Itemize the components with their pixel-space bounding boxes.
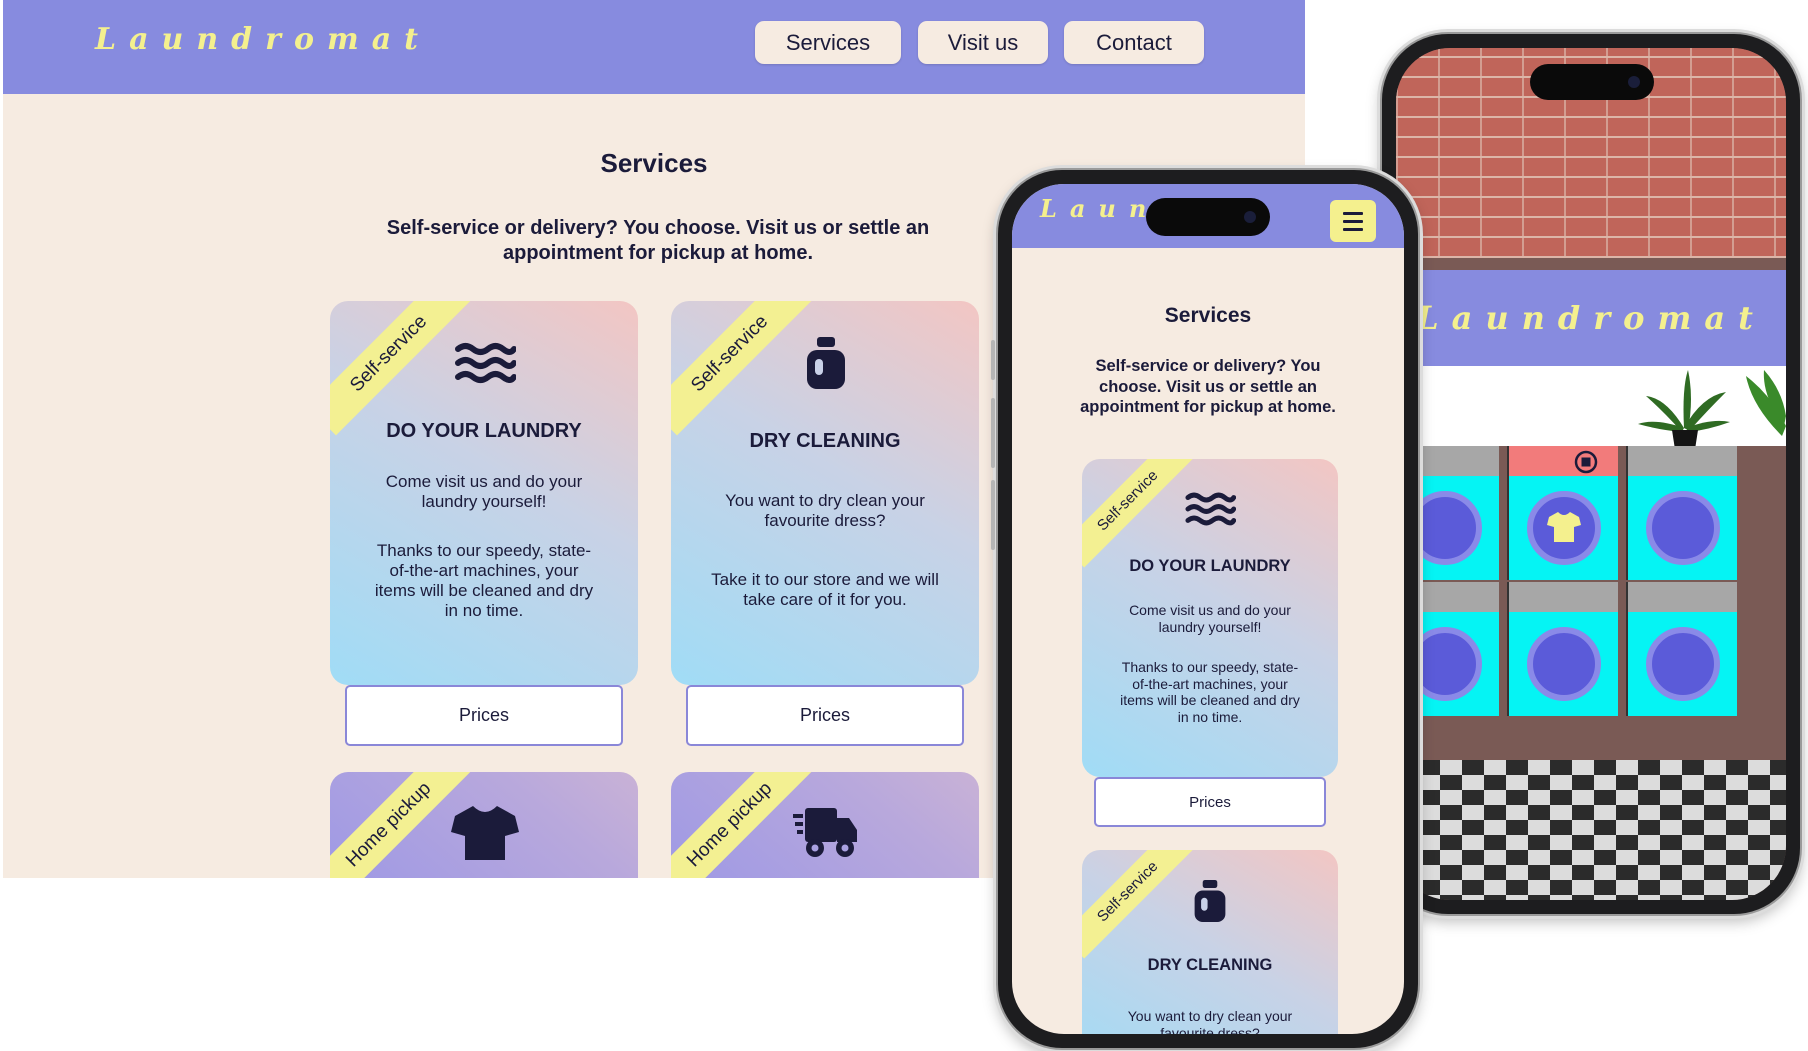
- washing-machine[interactable]: [1626, 446, 1737, 580]
- card-text: You want to dry clean your favourite dre…: [1127, 1008, 1293, 1034]
- stop-icon[interactable]: [1574, 450, 1598, 474]
- prices-button[interactable]: Prices: [345, 685, 623, 746]
- card-text: Take it to our store and we will take ca…: [711, 570, 939, 609]
- washing-machine[interactable]: [1507, 582, 1618, 716]
- washing-machine[interactable]: [1626, 582, 1737, 716]
- card-title: DRY CLEANING: [1147, 956, 1273, 974]
- card-text: Thanks to our speedy, state-of-the-art m…: [374, 541, 594, 620]
- waves-icon: [1185, 492, 1236, 526]
- tshirt-icon: [1547, 512, 1581, 542]
- ribbon-label: Home pickup: [330, 772, 471, 878]
- page-subtitle: Self-service or delivery? You choose. Vi…: [386, 217, 930, 264]
- plant-icon: [1638, 370, 1730, 456]
- service-card-home-pickup: Home pickup: [330, 772, 638, 878]
- hamburger-menu-button[interactable]: [1330, 200, 1376, 242]
- service-card-laundry: Self-service DO YOUR LAUNDRY Come visit …: [330, 301, 638, 685]
- detergent-bottle-icon: [1194, 879, 1226, 923]
- shelf: [1396, 366, 1786, 456]
- prices-button[interactable]: Prices: [1094, 777, 1326, 827]
- nav-visit-us-button[interactable]: Visit us: [918, 21, 1048, 64]
- card-title: DRY CLEANING: [749, 430, 901, 452]
- service-card-dry-cleaning: Self-service DRY CLEANING You want to dr…: [1082, 850, 1338, 1034]
- washing-machine-active[interactable]: [1507, 446, 1618, 580]
- ribbon-label: Self-service: [330, 301, 471, 436]
- desktop-header: Laundromat Services Visit us Contact: [3, 0, 1305, 94]
- phone-mobile-frame: Laund Services Self-service or delivery?…: [991, 168, 1420, 1050]
- card-text: Come visit us and do your laundry yourse…: [385, 472, 583, 511]
- card-text: Come visit us and do your laundry yourse…: [1129, 602, 1291, 635]
- page-subtitle: Self-service or delivery? You choose. Vi…: [1080, 357, 1336, 416]
- waves-icon: [455, 343, 516, 383]
- mobile-screen: Laund Services Self-service or delivery?…: [1012, 184, 1404, 1034]
- checkered-floor: [1396, 760, 1786, 900]
- game-sign-label: Laundromat: [1416, 299, 1766, 337]
- ribbon-label: Self-service: [1082, 850, 1195, 959]
- page-title: Services: [1164, 304, 1252, 327]
- plant-icon: [1746, 370, 1786, 436]
- prices-button[interactable]: Prices: [686, 685, 964, 746]
- service-card-home-delivery: Home pickup: [671, 772, 979, 878]
- card-title: DO YOUR LAUNDRY: [386, 420, 582, 442]
- service-card-dry-cleaning: Self-service DRY CLEANING You want to dr…: [671, 301, 979, 685]
- phone-game-frame: Laundromat: [1375, 32, 1802, 916]
- service-card-laundry: Self-service DO YOUR LAUNDRY Come visit …: [1082, 459, 1338, 777]
- ribbon-label: Home pickup: [671, 772, 812, 878]
- card-text: Thanks to our speedy, state-of-the-art m…: [1120, 659, 1300, 725]
- dynamic-island: [1530, 64, 1654, 100]
- nav-contact-button[interactable]: Contact: [1064, 21, 1204, 64]
- tshirt-icon: [451, 806, 519, 860]
- game-sign: Laundromat: [1396, 270, 1786, 366]
- detergent-bottle-icon: [807, 337, 845, 389]
- ribbon-label: Self-service: [1082, 459, 1195, 568]
- nav-services-button[interactable]: Services: [755, 21, 901, 64]
- dynamic-island: [1146, 198, 1270, 236]
- ribbon-label: Self-service: [671, 301, 812, 436]
- card-text: You want to dry clean your favourite dre…: [725, 491, 925, 530]
- logo[interactable]: Laundromat: [95, 22, 431, 57]
- delivery-truck-icon: [793, 808, 857, 857]
- card-title: DO YOUR LAUNDRY: [1129, 557, 1291, 575]
- game-screen: Laundromat: [1396, 48, 1786, 900]
